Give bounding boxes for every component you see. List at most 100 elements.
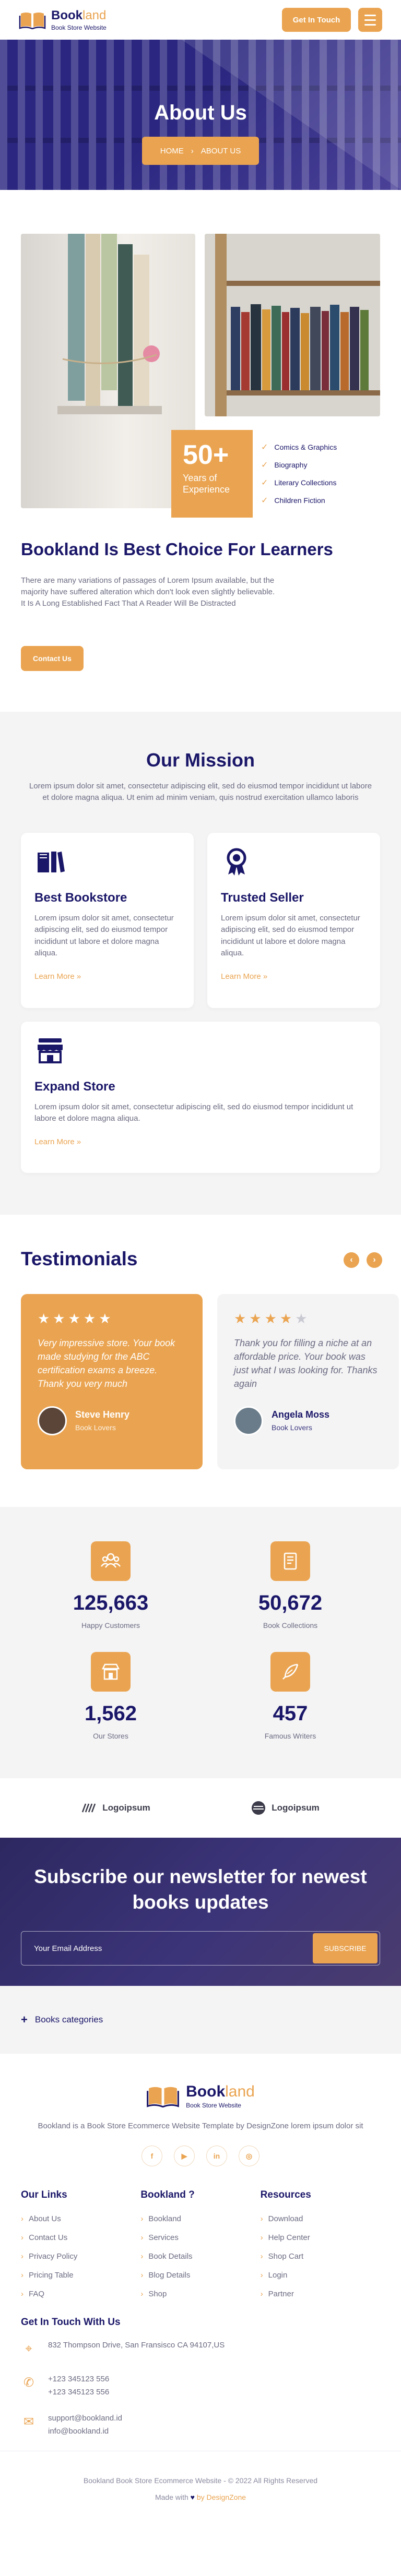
experience-label: Years of Experience [183, 473, 230, 495]
star-rating: ★★★★★ [234, 1310, 311, 1326]
award-icon [227, 848, 246, 876]
prev-arrow-icon[interactable]: ‹ [344, 1252, 359, 1268]
check-icon: ✓ [261, 478, 268, 487]
footer-col-our-links: Our Links › About Us › Contact Us › Privacy… [21, 2189, 140, 2303]
breadcrumb-separator-icon: › [191, 146, 194, 155]
footer-link[interactable]: › Shop Cart [261, 2247, 380, 2266]
learn-more-link[interactable]: Learn More » [34, 972, 180, 981]
phone-number[interactable]: +123 345123 556 [48, 2373, 109, 2386]
next-arrow-icon[interactable]: › [367, 1252, 382, 1268]
email-address[interactable]: info@bookland.id [48, 2425, 122, 2438]
book-categories-label: Books categories [34, 2014, 103, 2024]
star-rating: ★★★★★ [38, 1310, 114, 1326]
footer-col-bookland: Bookland ? › Bookland › Services › Book Det… [140, 2189, 260, 2303]
designzone-link[interactable]: by DesignZone [197, 2493, 246, 2501]
footer-link[interactable]: › Login [261, 2266, 380, 2284]
contact-us-button[interactable]: Contact Us [21, 646, 84, 671]
email-address[interactable]: support@bookland.id [48, 2412, 122, 2425]
facebook-icon[interactable]: f [141, 2146, 162, 2166]
breadcrumb-current: ABOUT US [200, 146, 241, 155]
newsletter-title: Subscribe our newsletter for newest book… [34, 1865, 367, 1913]
partner-logo[interactable]: Logoipsum [251, 1800, 320, 1816]
footer-logo[interactable]: Bookland Book Store Website [21, 2083, 380, 2109]
footer-link[interactable]: › FAQ [21, 2284, 140, 2303]
footer-col-resources: Resources › Download › Help Center › Shop C… [261, 2189, 380, 2303]
footer-link[interactable]: › Pricing Table [21, 2266, 140, 2284]
card-title: Trusted Seller [221, 890, 304, 905]
plus-icon: + [21, 2012, 28, 2026]
check-icon: ✓ [261, 461, 268, 470]
learn-more-link[interactable]: Learn More » [221, 972, 367, 981]
newsletter-form: Your Email Address SUBSCRIBE [21, 1931, 380, 1966]
list-item: ✓ Biography [261, 461, 308, 470]
card-title: Expand Store [34, 1079, 115, 1094]
newsletter-section: Subscribe our newsletter for newest book… [0, 1837, 401, 1986]
stat-book-collections: 50,672 Book Collections [200, 1541, 380, 1631]
footer-link[interactable]: › About Us [21, 2209, 140, 2228]
reviewer-name: Angela Moss [272, 1409, 330, 1420]
category-checklist: ✓ Comics & Graphics ✓ Biography ✓ Literary … [261, 438, 337, 509]
footer-link[interactable]: › Blog Details [140, 2266, 260, 2284]
card-text: Lorem ipsum dolor sit amet, consectetur … [34, 1102, 353, 1123]
books-stack-image [21, 234, 195, 508]
avatar [234, 1406, 263, 1435]
logoipsum-icon [82, 1803, 96, 1812]
mission-card-trusted-seller: Trusted Seller Lorem ipsum dolor sit ame… [207, 832, 380, 1008]
store-icon [38, 1038, 63, 1063]
check-icon: ✓ [261, 443, 268, 452]
instagram-icon[interactable]: ◎ [239, 2146, 260, 2166]
footer-link[interactable]: › Download [261, 2209, 380, 2228]
store-icon [91, 1651, 131, 1692]
footer-link[interactable]: › Contact Us [21, 2228, 140, 2247]
mission-title: Our Mission [146, 749, 255, 771]
breadcrumb-home[interactable]: HOME [160, 147, 184, 155]
subscribe-button[interactable]: SUBSCRIBE [313, 1933, 378, 1964]
site-footer: Bookland Book Store Website Bookland is … [0, 2053, 401, 2522]
footer-link[interactable]: › Bookland [140, 2209, 260, 2228]
stat-value: 457 [273, 1702, 308, 1725]
footer-link[interactable]: › Help Center [261, 2228, 380, 2247]
logoipsum-icon [252, 1801, 266, 1815]
list-item: ✓ Children Fiction [261, 496, 325, 505]
mission-card-expand-store: Expand Store Lorem ipsum dolor sit amet,… [21, 1021, 380, 1173]
check-icon: ✓ [261, 496, 268, 505]
reviewer-name: Steve Henry [75, 1409, 130, 1420]
stat-value: 50,672 [258, 1591, 323, 1614]
footer-link[interactable]: › Privacy Policy [21, 2247, 140, 2266]
contact-title: Get In Touch With Us [21, 2317, 121, 2328]
quill-icon [270, 1651, 310, 1692]
mission-card-best-bookstore: Best Bookstore Lorem ipsum dolor sit ame… [21, 832, 194, 1008]
list-item: ✓ Comics & Graphics [261, 443, 337, 452]
stat-our-stores: 1,562 Our Stores [21, 1651, 200, 1742]
book-categories-toggle[interactable]: + Books categories [0, 1985, 401, 2054]
stat-famous-writers: 457 Famous Writers [200, 1651, 380, 1742]
address: 832 Thompson Drive, San Fransisco CA 941… [48, 2341, 225, 2350]
footer-bottom: Bookland Book Store Ecommerce Website - … [0, 2450, 401, 2521]
open-book-icon [147, 2087, 180, 2107]
list-item: ✓ Literary Collections [261, 478, 337, 487]
footer-link[interactable]: › Shop [140, 2284, 260, 2303]
footer-link[interactable]: › Book Details [140, 2247, 260, 2266]
experience-badge: 50+ Years of Experience [171, 430, 253, 518]
card-text: Lorem ipsum dolor sit amet, consectetur … [34, 913, 174, 958]
phone-icon: ✆ [23, 2375, 34, 2390]
partner-logo[interactable]: Logoipsum [81, 1803, 150, 1813]
learn-more-link[interactable]: Learn More » [34, 1137, 367, 1146]
testimonial-card: ★★★★★ Very impressive store. Your book m… [21, 1293, 203, 1469]
footer-link[interactable]: › Partner [261, 2284, 380, 2303]
email-input[interactable]: Your Email Address [34, 1944, 313, 1953]
youtube-icon[interactable]: ▶ [174, 2146, 195, 2166]
stat-label: Book Collections [263, 1621, 318, 1630]
phone-number[interactable]: +123 345123 556 [48, 2386, 109, 2399]
copyright: Bookland Book Store Ecommerce Website - … [83, 2476, 318, 2485]
footer-link[interactable]: › Services [140, 2228, 260, 2247]
made-with-line: Made with ♥ by DesignZone [155, 2493, 246, 2501]
linkedin-icon[interactable]: in [206, 2146, 227, 2166]
contact-info: Get In Touch With Us ⌖ 832 Thompson Driv… [21, 2317, 380, 2438]
about-section: HOME › ABOUT US 50+ Years of Experience … [0, 0, 401, 671]
experience-value: 50+ [183, 440, 229, 470]
card-text: Lorem ipsum dolor sit amet, consectetur … [221, 913, 360, 958]
customers-icon [91, 1541, 131, 1581]
testimonial-quote: Thank you for filling a niche at an affo… [234, 1337, 378, 1389]
social-links: f ▶ in ◎ [21, 2146, 380, 2166]
